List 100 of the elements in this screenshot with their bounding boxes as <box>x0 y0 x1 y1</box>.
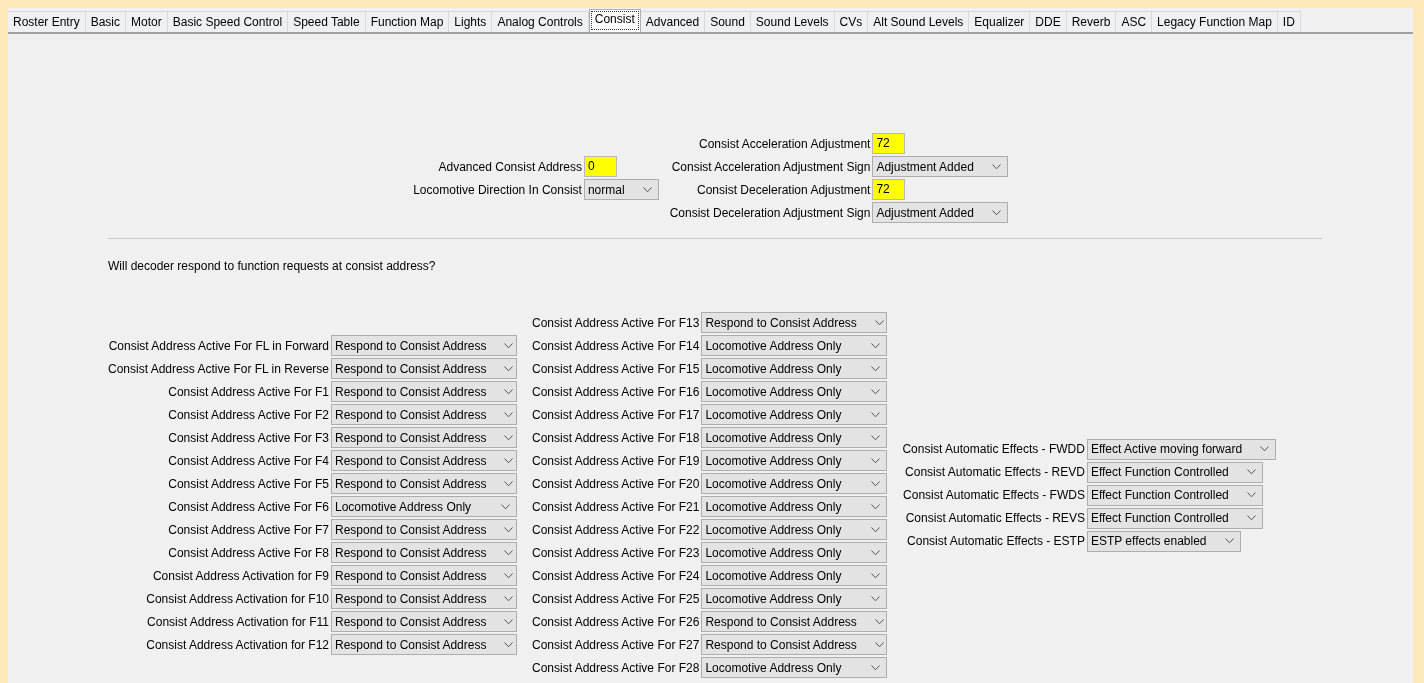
tab[interactable]: Consist <box>588 9 641 32</box>
field-label: Consist Address Active For F26 <box>532 614 700 629</box>
dropdown[interactable]: Effect Active moving forward <box>1086 438 1277 460</box>
dropdown[interactable]: Respond to Consist Address <box>331 519 517 540</box>
chevron-down-icon <box>1246 492 1256 498</box>
dropdown[interactable]: Respond to Consist Address <box>701 611 888 632</box>
tab[interactable]: Basic <box>85 11 127 32</box>
chevron-down-icon <box>871 411 881 418</box>
dropdown[interactable]: Respond to Consist Address <box>331 404 517 425</box>
dropdown[interactable]: Adjustment Added <box>872 156 1008 177</box>
dropdown[interactable]: Adjustment Added <box>872 202 1008 223</box>
dropdown[interactable]: Respond to Consist Address <box>331 427 517 448</box>
field-label: Consist Automatic Effects - REVD <box>905 465 1085 479</box>
chevron-down-icon <box>874 618 884 625</box>
dropdown[interactable]: Respond to Consist Address <box>331 473 517 494</box>
dropdown[interactable]: Locomotive Address Only <box>701 473 888 494</box>
chevron-down-icon <box>991 209 1001 216</box>
dropdown[interactable]: Respond to Consist Address <box>331 335 517 356</box>
dropdown[interactable]: Locomotive Address Only <box>701 657 888 678</box>
tab[interactable]: Basic Speed Control <box>167 11 289 32</box>
dropdown[interactable]: Locomotive Address Only <box>701 496 888 517</box>
input-field[interactable]: 0 <box>583 156 617 177</box>
field-label: Consist Address Active For F24 <box>532 568 700 583</box>
field-label: Consist Address Active For F23 <box>532 545 700 560</box>
dropdown[interactable]: Locomotive Address Only <box>701 588 888 609</box>
dropdown[interactable]: Locomotive Address Only <box>701 565 888 586</box>
field-label: Consist Address Active For F6 <box>168 499 329 514</box>
field-label: Consist Acceleration Adjustment <box>699 136 871 151</box>
dropdown[interactable]: normal <box>583 179 659 200</box>
dropdown[interactable]: Locomotive Address Only <box>701 427 888 448</box>
chevron-down-icon <box>871 503 881 510</box>
chevron-down-icon <box>874 641 884 648</box>
dropdown[interactable]: Locomotive Address Only <box>331 496 517 517</box>
dropdown[interactable]: Locomotive Address Only <box>701 358 888 379</box>
dropdown[interactable]: Respond to Consist Address <box>701 312 888 333</box>
chevron-down-icon <box>501 503 510 510</box>
chevron-down-icon <box>504 572 514 579</box>
field-label: Consist Address Active For F21 <box>532 499 700 514</box>
tab[interactable]: DDE <box>1030 11 1067 32</box>
field-label: Consist Address Active For F4 <box>168 453 329 468</box>
dropdown[interactable]: Locomotive Address Only <box>701 335 888 356</box>
chevron-down-icon <box>504 549 514 556</box>
dropdown[interactable]: Locomotive Address Only <box>701 519 888 540</box>
chevron-down-icon <box>504 434 514 441</box>
field-label: Consist Automatic Effects - FWDD <box>902 442 1085 456</box>
chevron-down-icon <box>871 365 881 372</box>
dropdown[interactable]: Locomotive Address Only <box>701 450 888 471</box>
dropdown[interactable]: Effect Function Controlled <box>1086 461 1263 483</box>
chevron-down-icon <box>504 457 514 464</box>
tab[interactable]: Lights <box>449 11 493 32</box>
dropdown[interactable]: Respond to Consist Address <box>331 611 517 632</box>
tab[interactable]: Speed Table <box>288 11 366 32</box>
chevron-down-icon <box>991 163 1001 170</box>
dropdown[interactable]: Effect Function Controlled <box>1086 507 1263 529</box>
tab[interactable]: Alt Sound Levels <box>868 11 970 32</box>
chevron-down-icon <box>871 434 881 441</box>
dropdown[interactable]: Respond to Consist Address <box>701 634 888 655</box>
tab[interactable]: Sound <box>705 11 751 32</box>
field-label: Advanced Consist Address <box>438 159 582 174</box>
chevron-down-icon <box>1260 446 1270 452</box>
tab[interactable]: Function Map <box>365 11 450 32</box>
dropdown[interactable]: Respond to Consist Address <box>331 542 517 563</box>
chevron-down-icon <box>504 480 514 487</box>
field-label: Consist Address Activation for F11 <box>147 614 329 629</box>
chevron-down-icon <box>871 388 881 395</box>
dropdown[interactable]: ESTP effects enabled <box>1086 530 1241 552</box>
chevron-down-icon <box>1246 515 1256 521</box>
tab[interactable]: Advanced <box>640 11 706 32</box>
tab[interactable]: CVs <box>834 11 869 32</box>
dropdown[interactable]: Respond to Consist Address <box>331 634 517 655</box>
chevron-down-icon <box>871 572 881 579</box>
input-field[interactable]: 72 <box>872 133 906 154</box>
dropdown[interactable]: Respond to Consist Address <box>331 358 517 379</box>
dropdown[interactable]: Respond to Consist Address <box>331 450 517 471</box>
tab[interactable]: ID <box>1277 11 1301 32</box>
tab[interactable]: Analog Controls <box>492 11 589 32</box>
field-label: Consist Address Active For F22 <box>532 522 700 537</box>
tab[interactable]: Legacy Function Map <box>1152 11 1278 32</box>
field-label: Consist Address Active For F13 <box>532 315 700 330</box>
dropdown[interactable]: Respond to Consist Address <box>331 565 517 586</box>
tab[interactable]: Equalizer <box>969 11 1031 32</box>
field-label: Consist Deceleration Adjustment Sign <box>669 205 871 220</box>
chevron-down-icon <box>504 526 514 533</box>
chevron-down-icon <box>871 664 881 671</box>
dropdown[interactable]: Locomotive Address Only <box>701 542 888 563</box>
field-label: Consist Address Active For F8 <box>168 545 329 560</box>
input-field[interactable]: 72 <box>872 179 906 200</box>
tab[interactable]: Motor <box>126 11 168 32</box>
prompt-text: Will decoder respond to function requests at consist address? <box>108 259 437 273</box>
field-label: Consist Address Active For F15 <box>532 361 700 376</box>
dropdown[interactable]: Locomotive Address Only <box>701 404 888 425</box>
dropdown[interactable]: Respond to Consist Address <box>331 381 517 402</box>
tab[interactable]: Roster Entry <box>8 11 86 32</box>
dropdown[interactable]: Respond to Consist Address <box>331 588 517 609</box>
tab[interactable]: Sound Levels <box>750 11 835 32</box>
dropdown[interactable]: Effect Function Controlled <box>1086 484 1263 506</box>
dropdown[interactable]: Locomotive Address Only <box>701 381 888 402</box>
tab[interactable]: ASC <box>1116 11 1153 32</box>
chevron-down-icon <box>871 480 881 487</box>
tab[interactable]: Reverb <box>1066 11 1117 32</box>
